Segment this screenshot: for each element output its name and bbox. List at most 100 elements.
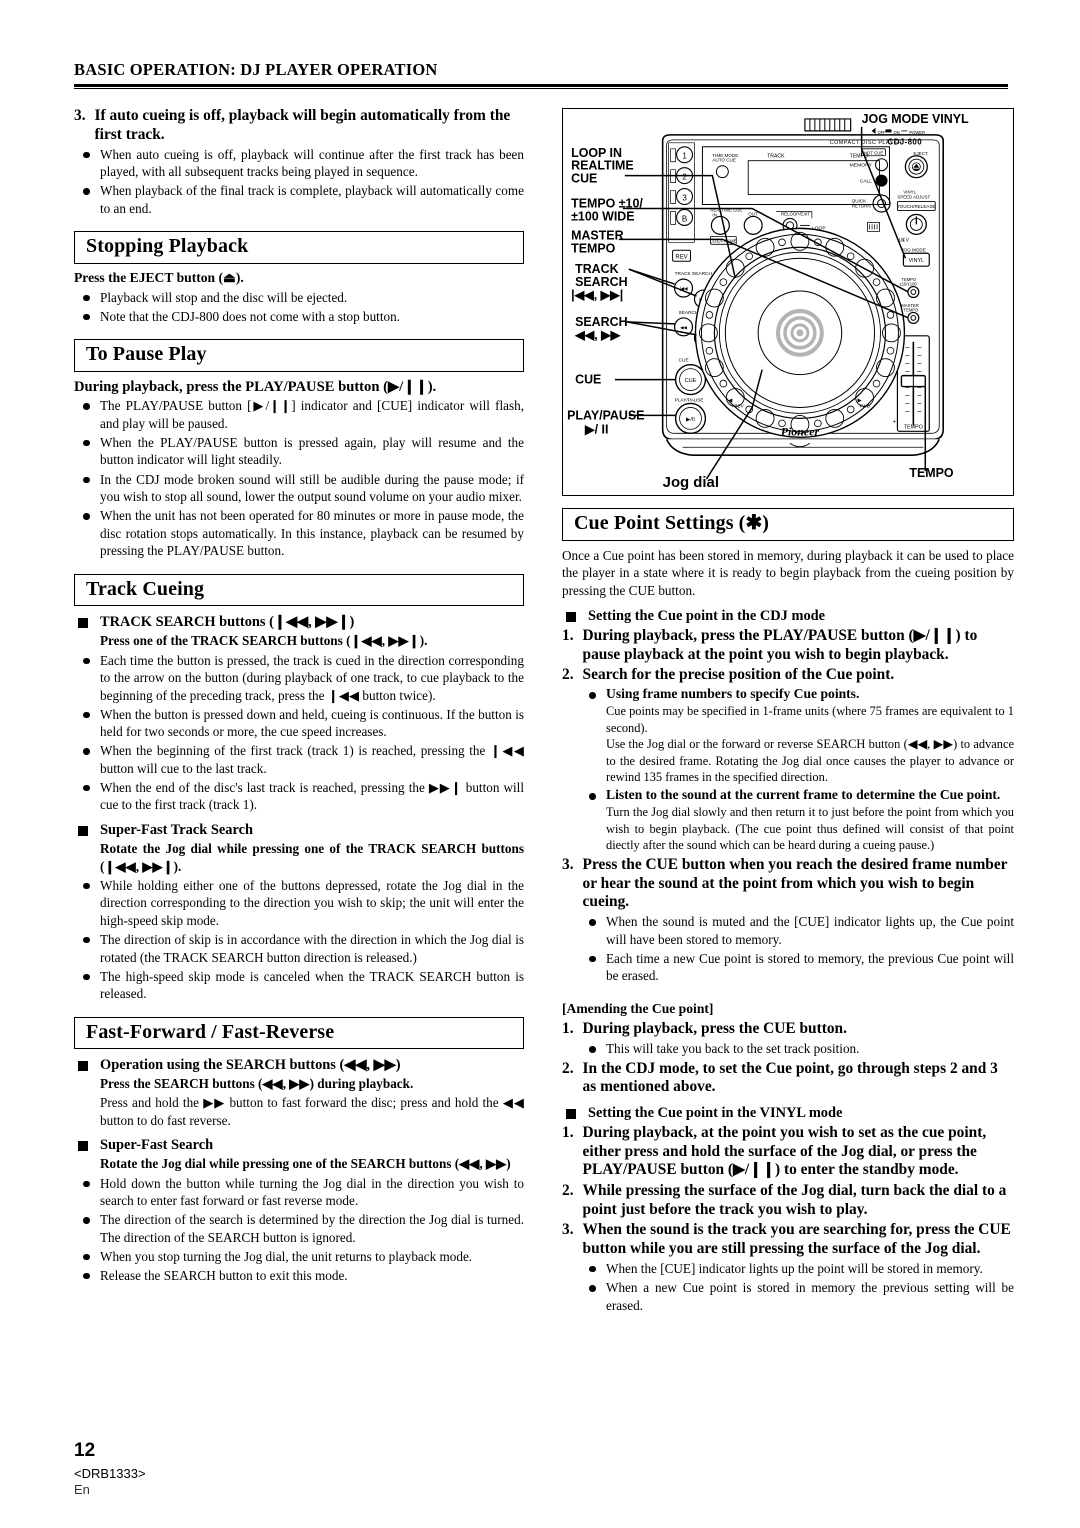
svg-text:REV: REV (675, 255, 687, 261)
list-item: When the end of the disc's last track is… (74, 779, 524, 814)
list-item: When the sound is muted and the [CUE] in… (580, 913, 1014, 948)
svg-text:CDJ-800: CDJ-800 (887, 137, 922, 146)
callout-tempo-fader: TEMPO (909, 466, 954, 480)
callout-tempo-wide-1: TEMPO ±10/ (571, 196, 643, 210)
svg-text:EJECT: EJECT (913, 151, 928, 156)
svg-text:TEMPO: TEMPO (904, 424, 923, 430)
amending-cue-point-label: [Amending the Cue point] (562, 1001, 714, 1017)
list-item: When the button is pressed down and held… (74, 706, 524, 741)
callout-loop-in: LOOP IN (571, 146, 622, 160)
svg-text:TOUCH/RELEASE: TOUCH/RELEASE (897, 204, 935, 209)
step-3-title: If auto cueing is off, playback will beg… (94, 107, 511, 143)
vinyl-step-1-number: 1. (562, 1123, 574, 1141)
cdj-step-2-bullets: Using frame numbers to specify Cue point… (580, 686, 1014, 853)
vinyl-step-2: 2. While pressing the surface of the Jog… (562, 1182, 1014, 1219)
stopping-playback-bullets: Playback will stop and the disc will be … (74, 289, 524, 326)
amend-step-1: 1. During playback, press the CUE button… (562, 1020, 1014, 1039)
super-fast-track-search-bullets: While holding either one of the buttons … (74, 877, 524, 1003)
cdj-step-3-bullets: When the sound is muted and the [CUE] in… (580, 913, 1014, 985)
right-column: Cue Point Settings (✱) Once a Cue point … (562, 508, 1014, 1314)
page-footer: 12 <DRB1333> En (74, 1440, 146, 1497)
svg-text:CALL: CALL (860, 179, 873, 185)
svg-text:VINYL: VINYL (909, 258, 925, 264)
manual-page: BASIC OPERATION: DJ PLAYER OPERATION 3. … (0, 0, 1080, 1528)
step-3-heading: 3. If auto cueing is off, playback will … (74, 107, 524, 144)
svg-text:±10/±100: ±10/±100 (899, 282, 917, 287)
section-heading-track-cueing: Track Cueing (74, 573, 524, 607)
list-item: When the [CUE] indicator lights up the p… (580, 1260, 1014, 1278)
frame-numbers-text-a: Cue points may be specified in 1-frame u… (606, 704, 1014, 735)
subsection-vinyl-mode: Setting the Cue point in the VINYL mode (562, 1104, 1014, 1122)
svg-text:SEARCH: SEARCH (679, 310, 699, 316)
list-item: When you stop turning the Jog dial, the … (74, 1248, 524, 1266)
callout-jog-mode-vinyl: JOG MODE VINYL (862, 112, 969, 126)
svg-text:CUE: CUE (679, 358, 689, 364)
callout-jog-dial: Jog dial (663, 474, 719, 491)
list-item: While holding either one of the buttons … (74, 877, 524, 930)
left-column: 3. If auto cueing is off, playback will … (74, 105, 524, 1284)
svg-text:OFF: OFF (878, 130, 887, 135)
list-item: When auto cueing is off, playback will c… (74, 146, 524, 181)
svg-text:JOG MODE: JOG MODE (901, 247, 925, 252)
callout-tempo-master: TEMPO (571, 241, 616, 255)
list-item: Note that the CDJ-800 does not come with… (74, 308, 524, 326)
vinyl-step-2-number: 2. (562, 1181, 574, 1199)
super-fast-track-search-instruction: Rotate the Jog dial while pressing one o… (100, 840, 524, 874)
svg-text:▶/II: ▶/II (686, 417, 695, 423)
svg-text:AUTO CUE: AUTO CUE (712, 158, 736, 163)
section-heading-fast-forward-fast-reverse: Fast-Forward / Fast-Reverse (74, 1016, 524, 1050)
eject-icon: ⏏ (223, 270, 236, 286)
section-heading-stopping-playback: Stopping Playback (74, 231, 524, 265)
section-heading-to-pause-play: To Pause Play (74, 339, 524, 372)
list-item: When the unit has not been operated for … (74, 507, 524, 560)
stopping-playback-instruction: Press the EJECT button (⏏). (74, 270, 524, 287)
document-code: <DRB1333> (74, 1466, 146, 1481)
list-item: The high-speed skip mode is canceled whe… (74, 968, 524, 1003)
cdj-800-diagram: 1 2 3 B REV TRACK TEMPO TIME MODE AUTO C… (562, 108, 1014, 496)
subsection-super-fast-track-search: Super-Fast Track Search (74, 821, 524, 839)
listen-sound-title: Listen to the sound at the current frame… (606, 787, 1001, 803)
callout-track-search-icons: |◀◀, ▶▶| (571, 288, 623, 302)
cdj-step-2-text: Search for the precise position of the C… (582, 666, 895, 684)
list-item: Each time a new Cue point is stored to m… (580, 950, 1014, 985)
cdj-step-3-text: Press the CUE button when you reach the … (582, 855, 1008, 911)
list-item: The direction of skip is in accordance w… (74, 931, 524, 966)
vinyl-step-3-text: When the sound is the track you are sear… (582, 1221, 1011, 1257)
step-3-number: 3. (74, 107, 86, 124)
svg-text:SPEED ADJUST: SPEED ADJUST (897, 195, 930, 200)
callout-search: SEARCH (575, 315, 627, 329)
list-item: In the CDJ mode broken sound will still … (74, 471, 524, 506)
amend-step-2-text: In the CDJ mode, to set the Cue point, g… (582, 1059, 998, 1096)
svg-text:IN: IN (712, 212, 716, 217)
callout-track: TRACK (575, 262, 618, 276)
instruction-text-post: ). (235, 270, 244, 286)
cdj-step-2-number: 2. (562, 666, 574, 684)
cdj-step-1-text: During playback, press the PLAY/PAUSE bu… (582, 627, 978, 663)
list-item: This will take you back to the set track… (580, 1040, 1014, 1058)
search-buttons-description: Press and hold the ▶▶ button to fast for… (100, 1094, 524, 1128)
listen-sound-text: Turn the Jog dial slowly and then return… (606, 805, 1014, 853)
callout-realtime: REALTIME (571, 159, 634, 173)
svg-text:PLAY/PAUSE: PLAY/PAUSE (675, 397, 704, 403)
amend-step-1-bullets: This will take you back to the set track… (580, 1040, 1014, 1058)
callout-cue-loop: CUE (571, 172, 597, 186)
callout-search-icons: ◀◀, ▶▶ (574, 328, 621, 342)
svg-text:TRACK SEARCH: TRACK SEARCH (675, 271, 713, 277)
svg-text:POWER: POWER (909, 130, 925, 135)
subsection-super-fast-search: Super-Fast Search (74, 1136, 524, 1154)
list-item: Each time the button is pressed, the tra… (74, 652, 524, 705)
vinyl-step-1-text: During playback, at the point you wish t… (582, 1123, 987, 1179)
track-search-bullets: Each time the button is pressed, the tra… (74, 652, 524, 814)
subsection-cdj-mode: Setting the Cue point in the CDJ mode (562, 607, 1014, 625)
track-search-instruction: Press one of the TRACK SEARCH buttons (❙… (100, 633, 428, 649)
vinyl-step-3: 3. When the sound is the track you are s… (562, 1221, 1014, 1258)
svg-text:B: B (682, 214, 687, 223)
frame-numbers-text-b: Use the Jog dial or the forward or rever… (606, 737, 1014, 785)
super-fast-search-bullets: Hold down the button while turning the J… (74, 1175, 524, 1285)
list-item: Listen to the sound at the current frame… (580, 787, 1014, 853)
cdj-step-1: 1. During playback, press the PLAY/PAUSE… (562, 627, 1014, 664)
cue-point-intro: Once a Cue point has been stored in memo… (562, 547, 1014, 599)
vinyl-step-3-bullets: When the [CUE] indicator lights up the p… (580, 1260, 1014, 1314)
svg-text:CUE: CUE (685, 378, 697, 384)
callout-cue: CUE (575, 373, 601, 387)
